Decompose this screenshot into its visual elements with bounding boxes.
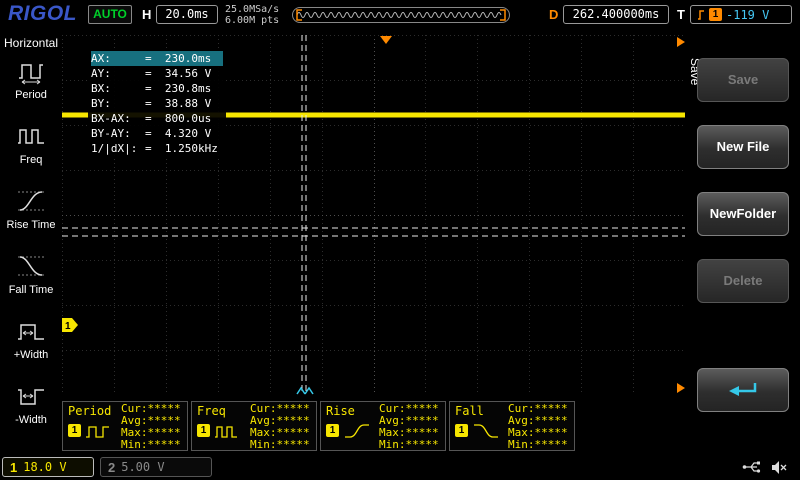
ch1-scale: 18.0 V	[23, 460, 67, 474]
delay-display: 262.400000ms	[563, 5, 669, 24]
delete-button[interactable]: Delete	[697, 259, 789, 303]
trigger-position-marker[interactable]	[380, 36, 392, 44]
waveform-memory-icon	[296, 9, 506, 21]
oscilloscope-screen: RIGOL AUTO H 20.0ms 25.0MSa/s 6.00M pts …	[0, 0, 800, 480]
trigger-edge-icon	[698, 9, 704, 20]
save-button[interactable]: Save	[697, 58, 789, 102]
measurement-box-freq: Freq 1 Cur:***** Avg:***** Max:***** Min:**…	[191, 401, 317, 451]
cursor-row-ax: AX: = 230.0ms	[91, 51, 223, 66]
top-status-bar: RIGOL AUTO H 20.0ms 25.0MSa/s 6.00M pts …	[0, 0, 800, 30]
meas-min: Min:*****	[379, 438, 439, 451]
period-meas-icon	[86, 426, 109, 438]
acquisition-info: 25.0MSa/s 6.00M pts	[225, 4, 279, 26]
fall-time-icon	[18, 256, 44, 276]
channel-badge: 1	[326, 424, 339, 437]
new-folder-button[interactable]: NewFolder	[697, 192, 789, 236]
cursor-row-bx: BX: = 230.8ms	[91, 82, 212, 95]
trigger-source-badge: 1	[709, 8, 722, 21]
ch2-scale: 5.00 V	[121, 460, 165, 474]
channel-badge: 1	[455, 424, 468, 437]
waveform-display-area: 1 AX: = 230.0ms AY: = 34.56 V BX: = 230.…	[62, 35, 685, 395]
memory-depth: 6.00M pts	[225, 15, 280, 26]
measurement-box-period: Period 1 Cur:***** Avg:***** Max:***** Min:…	[62, 401, 188, 451]
sidebar-item-label: Freq	[19, 154, 43, 166]
horizontal-label: H	[142, 7, 152, 22]
meas-min: Min:*****	[508, 438, 568, 451]
cursor-row-inv-dx: 1/|dX|: = 1.250kHz	[91, 142, 218, 155]
meas-min: Min:*****	[250, 438, 310, 451]
sidebar-item-label: Period	[15, 89, 47, 101]
sidebar-title: Horizontal	[3, 36, 59, 50]
return-arrow-icon	[729, 383, 757, 396]
rigol-logo: RIGOL	[8, 2, 77, 25]
meas-min: Min:*****	[121, 438, 181, 451]
channel-badge: 1	[68, 424, 81, 437]
softkey-menu: Save Save New File NewFolder Delete	[685, 30, 800, 455]
cursor-row-ay: AY: = 34.56 V	[91, 67, 212, 80]
svg-text:1: 1	[65, 321, 71, 332]
trigger-label: T	[677, 7, 685, 22]
measurement-sidebar: Horizontal Period Freq Rise Time Fall Ti…	[0, 30, 62, 455]
trigger-level-display: -119 V	[726, 7, 770, 22]
new-file-button[interactable]: New File	[697, 125, 789, 169]
freq-icon	[18, 129, 44, 144]
sidebar-item-period[interactable]: Period	[0, 54, 62, 116]
sidebar-item-rise-time[interactable]: Rise Time	[0, 184, 62, 246]
timebase-display: 20.0ms	[156, 5, 218, 24]
ch1-ground-marker[interactable]: 1	[62, 318, 78, 332]
sidebar-item-minus-width[interactable]: -Width	[0, 379, 62, 441]
enter-button[interactable]	[697, 368, 789, 412]
trigger-status-badge: AUTO	[88, 5, 132, 24]
channel-status-bar: 1 18.0 V 2 5.00 V	[0, 455, 800, 480]
cursor-readout-panel: AX: = 230.0ms AY: = 34.56 V BX: = 230.8m…	[88, 49, 226, 158]
cursor-row-by: BY: = 38.88 V	[91, 97, 212, 110]
plus-width-icon	[18, 324, 44, 340]
rise-time-icon	[18, 191, 44, 211]
measurement-box-rise: Rise 1 Cur:***** Avg:***** Max:***** Min:**…	[320, 401, 446, 451]
sidebar-item-label: +Width	[13, 349, 49, 361]
cursor-x-bottom-marker	[296, 386, 314, 395]
ch2-indicator[interactable]: 2 5.00 V	[100, 457, 212, 477]
sidebar-item-label: Fall Time	[8, 284, 54, 296]
delay-marker-bottom	[677, 383, 685, 393]
ch1-indicator[interactable]: 1 18.0 V	[2, 457, 94, 477]
minus-width-icon	[18, 389, 44, 405]
period-icon	[19, 64, 43, 85]
channel-badge: 1	[197, 424, 210, 437]
sidebar-item-label: Rise Time	[6, 219, 56, 231]
fall-meas-icon	[474, 424, 498, 438]
ch2-number: 2	[108, 459, 116, 475]
usb-icon	[742, 461, 761, 473]
rise-meas-icon	[345, 424, 369, 438]
sidebar-item-label: -Width	[15, 414, 47, 426]
sidebar-item-freq[interactable]: Freq	[0, 119, 62, 181]
speaker-icon	[772, 461, 787, 474]
measurement-box-fall: Fall 1 Cur:***** Avg:***** Max:***** Min:**…	[449, 401, 575, 451]
freq-meas-icon	[215, 426, 237, 438]
delay-marker-top	[677, 37, 685, 47]
sidebar-item-plus-width[interactable]: +Width	[0, 314, 62, 376]
measurement-strip: Period 1 Cur:***** Avg:***** Max:***** Min:…	[62, 401, 575, 453]
cursor-row-bx-ax: BX-AX: = 800.0us	[91, 112, 212, 125]
sidebar-item-fall-time[interactable]: Fall Time	[0, 249, 62, 311]
sample-rate: 25.0MSa/s	[225, 4, 280, 15]
trigger-info-box: 1 -119 V	[690, 5, 792, 24]
waveform-memory-bar	[292, 7, 510, 23]
cursor-row-by-ay: BY-AY: = 4.320 V	[91, 127, 212, 140]
ch1-number: 1	[10, 459, 18, 475]
delay-label: D	[549, 7, 559, 22]
